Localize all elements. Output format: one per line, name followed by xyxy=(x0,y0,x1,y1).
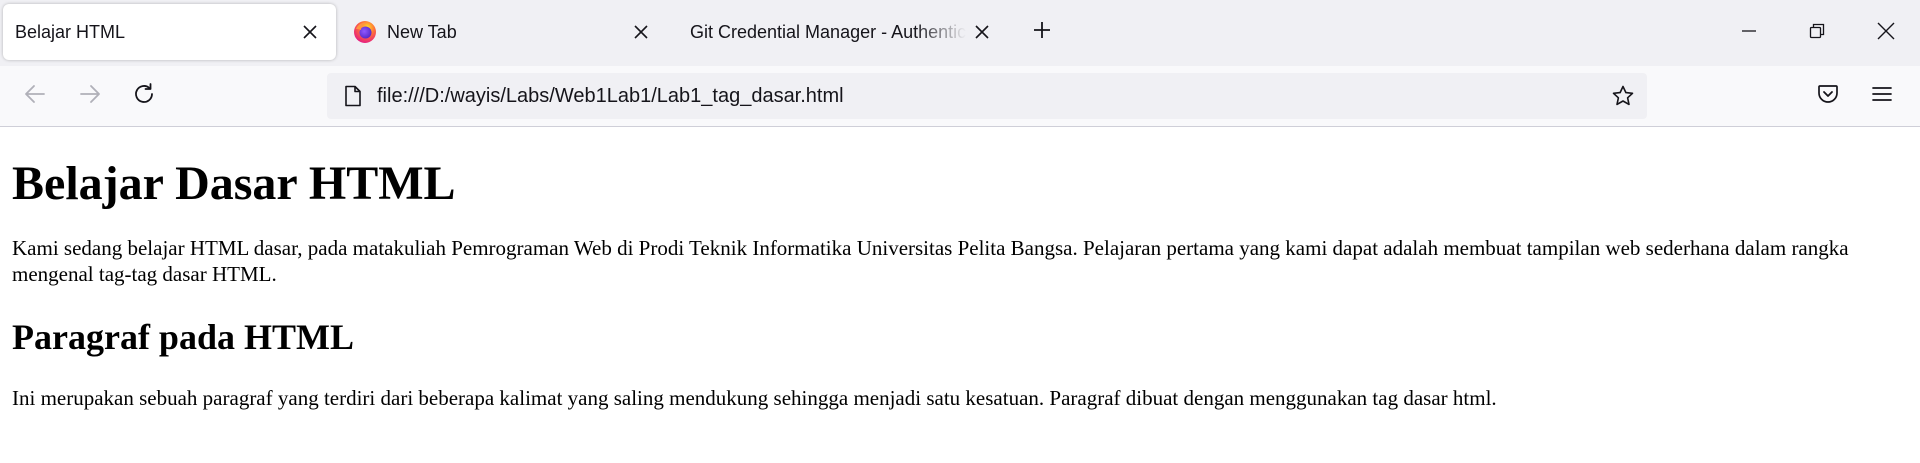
intro-paragraph: Kami sedang belajar HTML dasar, pada mat… xyxy=(12,236,1849,286)
forward-arrow-icon xyxy=(78,82,102,111)
close-window-button[interactable] xyxy=(1852,0,1920,66)
tab-title: New Tab xyxy=(387,21,457,42)
minimize-icon xyxy=(1741,23,1757,44)
navigation-toolbar: file:///D:/wayis/Labs/Web1Lab1/Lab1_tag_… xyxy=(0,66,1920,127)
tab-title: Belajar HTML xyxy=(15,21,126,42)
address-bar[interactable]: file:///D:/wayis/Labs/Web1Lab1/Lab1_tag_… xyxy=(327,73,1647,119)
close-icon xyxy=(1877,22,1895,45)
new-tab-button[interactable] xyxy=(1026,16,1058,48)
tab-new-tab[interactable]: New Tab xyxy=(345,4,667,60)
app-menu-button[interactable] xyxy=(1864,78,1900,114)
page-content: Belajar Dasar HTML Kami sedang belajar H… xyxy=(0,127,1920,463)
bookmark-star-icon[interactable] xyxy=(1605,78,1641,114)
url-text[interactable]: file:///D:/wayis/Labs/Web1Lab1/Lab1_tag_… xyxy=(377,85,1605,108)
back-button[interactable] xyxy=(17,78,53,114)
forward-button[interactable] xyxy=(72,78,108,114)
close-tab-icon[interactable] xyxy=(966,16,998,48)
hamburger-menu-icon xyxy=(1871,83,1893,110)
minimize-button[interactable] xyxy=(1715,0,1783,66)
restore-icon xyxy=(1809,23,1825,44)
tab-title: Git Credential Manager - Authentication xyxy=(690,21,966,42)
tab-strip: Belajar HTML New Tab Git Credential Mana… xyxy=(0,0,1920,66)
firefox-icon xyxy=(353,20,377,44)
tab-belajar-html[interactable]: Belajar HTML xyxy=(3,4,336,60)
close-tab-icon[interactable] xyxy=(625,16,657,48)
tab-git-credential-manager[interactable]: Git Credential Manager - Authentication xyxy=(680,4,998,60)
reload-button[interactable] xyxy=(126,78,162,114)
back-arrow-icon xyxy=(23,82,47,111)
reload-icon xyxy=(132,82,156,111)
restore-button[interactable] xyxy=(1783,0,1851,66)
page-icon xyxy=(341,84,365,108)
close-tab-icon[interactable] xyxy=(294,16,326,48)
pocket-icon xyxy=(1816,82,1840,111)
plus-icon xyxy=(1033,21,1051,44)
page-heading: Belajar Dasar HTML xyxy=(12,157,456,210)
pocket-button[interactable] xyxy=(1810,78,1846,114)
browser-window: Belajar HTML New Tab Git Credential Mana… xyxy=(0,0,1920,463)
section-paragraph: Ini merupakan sebuah paragraf yang terdi… xyxy=(12,386,1497,410)
section-heading: Paragraf pada HTML xyxy=(12,317,354,357)
